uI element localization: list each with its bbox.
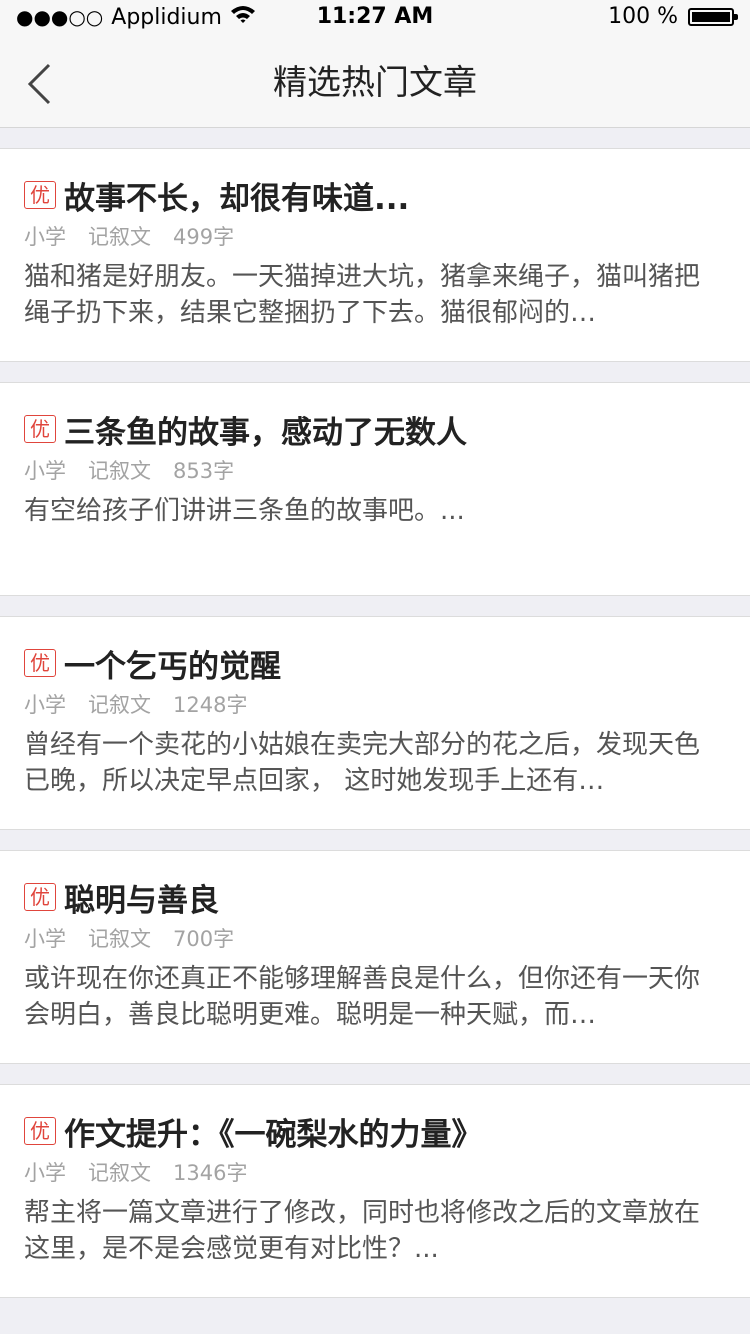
article-title-row: 优 一个乞丐的觉醒	[24, 643, 281, 685]
status-bar: ●●●○○ Applidium 11:27 AM 100 %	[0, 0, 750, 40]
article-card[interactable]: 优 故事不长，却很有味道... 小学 记叙文 499字 猫和猪是好朋友。一天猫掉…	[0, 148, 750, 362]
article-card[interactable]: 优 作文提升：《一碗梨水的力量》 小学 记叙文 1346字 帮主将一篇文章进行了…	[0, 1084, 750, 1298]
article-genre: 记叙文	[88, 459, 151, 483]
article-word-count: 499字	[173, 225, 235, 249]
status-right: 100 %	[608, 4, 738, 29]
article-summary: 曾经有一个卖花的小姑娘在卖完大部分的花之后，发现天色已晚，所以决定早点回家， 这…	[24, 730, 701, 796]
article-title: 作文提升：《一碗梨水的力量》	[64, 1116, 483, 1153]
article-genre: 记叙文	[88, 1161, 151, 1185]
article-genre: 记叙文	[88, 693, 151, 717]
article-summary: 或许现在你还真正不能够理解善良是什么，但你还有一天你会明白，善良比聪明更难。聪明…	[24, 964, 701, 1030]
article-card[interactable]: 优 聪明与善良 小学 记叙文 700字 或许现在你还真正不能够理解善良是什么，但…	[0, 850, 750, 1064]
article-meta: 小学 记叙文 700字	[24, 923, 234, 953]
article-card[interactable]: 优 三条鱼的故事，感动了无数人 小学 记叙文 853字 有空给孩子们讲讲三条鱼的…	[0, 382, 750, 596]
article-word-count: 1346字	[173, 1161, 248, 1185]
article-word-count: 700字	[173, 927, 235, 951]
article-summary: 有空给孩子们讲讲三条鱼的故事吧。...	[24, 496, 465, 526]
article-title: 一个乞丐的觉醒	[64, 648, 281, 685]
article-level: 小学	[24, 459, 66, 483]
featured-badge: 优	[24, 415, 56, 443]
article-summary: 猫和猪是好朋友。一天猫掉进大坑，猪拿来绳子，猫叫猪把绳子扔下来，结果它整捆扔了下…	[24, 262, 701, 328]
article-word-count: 1248字	[173, 693, 248, 717]
article-meta: 小学 记叙文 1248字	[24, 689, 247, 719]
article-title-row: 优 聪明与善良	[24, 877, 219, 919]
article-title: 三条鱼的故事，感动了无数人	[64, 414, 467, 451]
featured-badge: 优	[24, 181, 56, 209]
article-word-count: 853字	[173, 459, 235, 483]
article-meta: 小学 记叙文 853字	[24, 455, 234, 485]
article-title-row: 优 故事不长，却很有味道...	[24, 175, 410, 217]
featured-badge: 优	[24, 883, 56, 911]
page-title: 精选热门文章	[273, 63, 477, 103]
battery-percentage: 100 %	[608, 4, 678, 29]
featured-badge: 优	[24, 1117, 56, 1145]
article-meta: 小学 记叙文 499字	[24, 221, 234, 251]
article-title-row: 优 三条鱼的故事，感动了无数人	[24, 409, 467, 451]
battery-cap	[734, 13, 738, 20]
article-list: 优 故事不长，却很有味道... 小学 记叙文 499字 猫和猪是好朋友。一天猫掉…	[0, 128, 750, 1298]
article-title-row: 优 作文提升：《一碗梨水的力量》	[24, 1111, 483, 1153]
battery-icon	[688, 7, 738, 26]
article-title: 聪明与善良	[64, 882, 219, 919]
article-level: 小学	[24, 1161, 66, 1185]
navigation-bar: 精选热门文章	[0, 40, 750, 128]
article-title: 故事不长，却很有味道...	[64, 180, 410, 217]
featured-badge: 优	[24, 649, 56, 677]
article-genre: 记叙文	[88, 225, 151, 249]
article-summary: 帮主将一篇文章进行了修改，同时也将修改之后的文章放在这里，是不是会感觉更有对比性…	[24, 1198, 701, 1264]
article-level: 小学	[24, 225, 66, 249]
article-card[interactable]: 优 一个乞丐的觉醒 小学 记叙文 1248字 曾经有一个卖花的小姑娘在卖完大部分…	[0, 616, 750, 830]
article-meta: 小学 记叙文 1346字	[24, 1157, 247, 1187]
article-level: 小学	[24, 927, 66, 951]
article-level: 小学	[24, 693, 66, 717]
article-genre: 记叙文	[88, 927, 151, 951]
battery-fill	[692, 11, 730, 22]
